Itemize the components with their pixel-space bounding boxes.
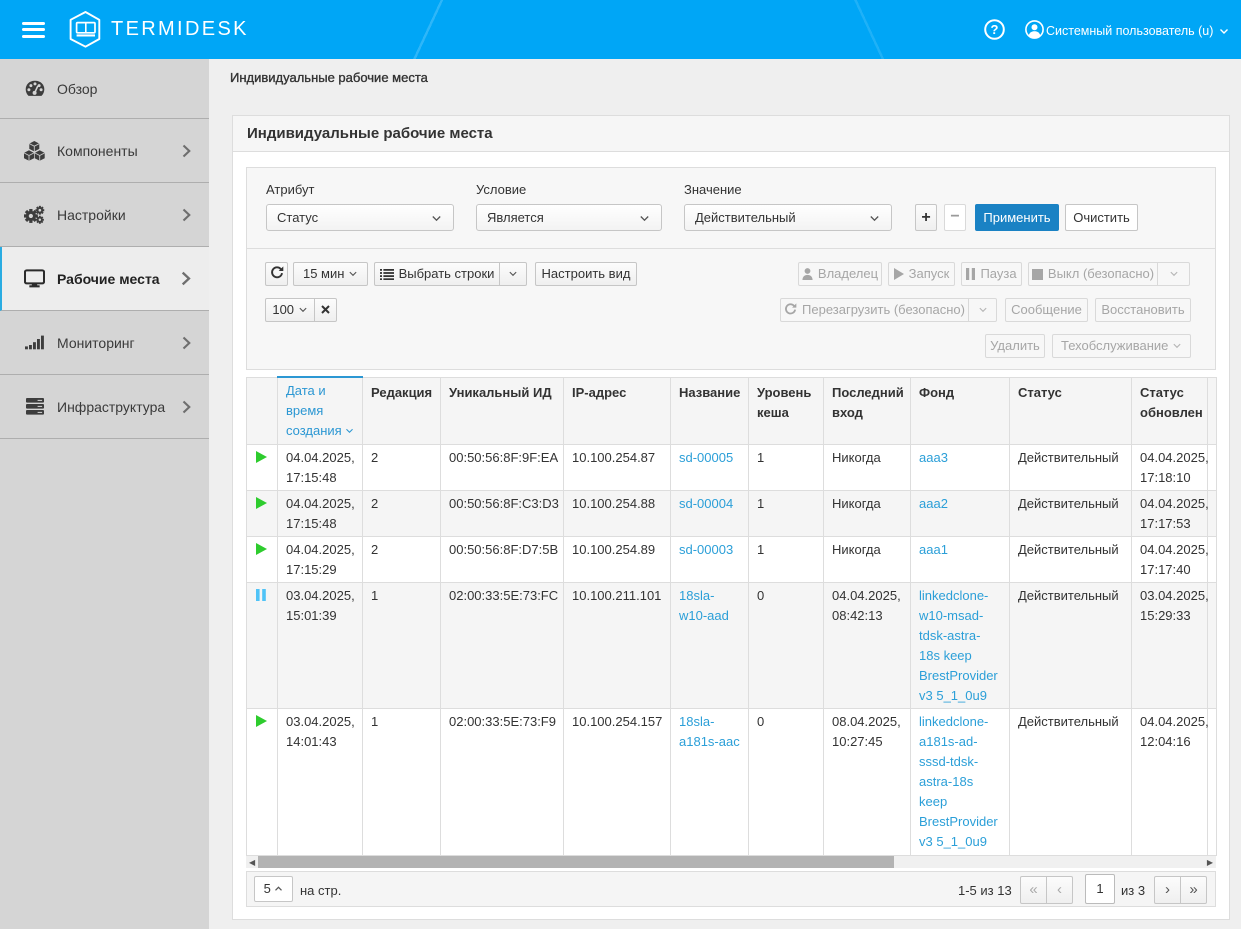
svg-text:?: ? bbox=[991, 22, 999, 37]
